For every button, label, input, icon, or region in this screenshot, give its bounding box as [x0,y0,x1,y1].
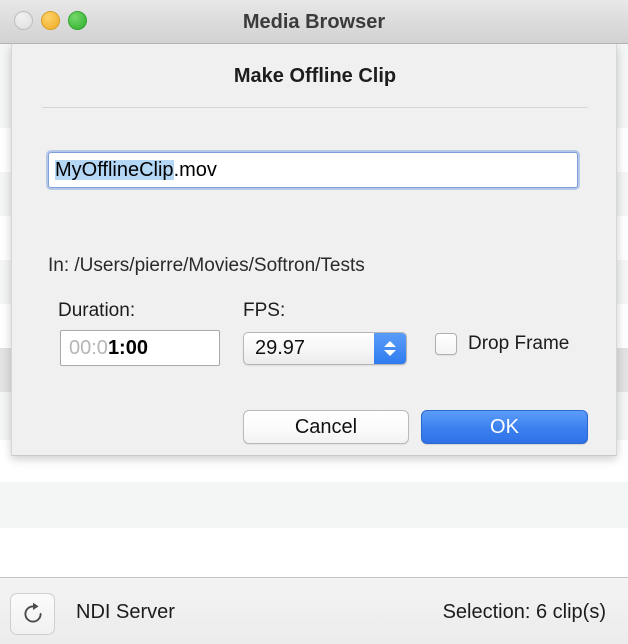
name-input[interactable]: MyOfflineClip .mov [48,152,578,188]
selection-count: Selection: 6 clip(s) [442,601,606,623]
chevron-up-icon [384,341,396,347]
name-input-extension-text: .mov [173,159,217,181]
make-offline-clip-dialog: Make Offline Clip Name: MyOfflineClip.mo… [11,44,617,456]
fps-label: FPS: [243,300,286,321]
dialog-divider [42,107,588,108]
drop-frame-label: Drop Frame [468,333,570,354]
duration-label: Duration: [58,300,136,321]
ok-button[interactable]: OK [421,410,588,444]
drop-frame-row[interactable]: Drop Frame [435,333,569,355]
duration-value: 1:00 [107,336,148,359]
media-browser-window: VideoBlocksHardwareEncode Make Offline C… [0,0,628,644]
table-row[interactable] [0,482,628,528]
chevron-down-icon [384,350,396,356]
refresh-button[interactable] [10,593,55,635]
name-input-selected-text: MyOfflineClip [55,159,174,181]
window-title: Media Browser [242,11,386,33]
fps-select[interactable]: 29.97 [243,332,407,365]
dialog-title: Make Offline Clip [233,65,397,87]
destination-path: In: /Users/pierre/Movies/Softron/Tests [48,255,365,276]
duration-leading-zeros: 00:0 [69,336,108,359]
refresh-icon [23,602,42,623]
duration-input[interactable]: 00:0 1:00 [60,330,220,366]
window-titlebar: Media Browser [0,0,628,44]
cancel-button[interactable]: Cancel [243,410,409,444]
fps-selected-value: 29.97 [255,337,306,359]
server-label: NDI Server [76,601,175,623]
drop-frame-checkbox[interactable] [435,333,457,355]
table-row[interactable] [0,528,628,577]
stepper-chevrons-icon[interactable] [374,333,406,364]
